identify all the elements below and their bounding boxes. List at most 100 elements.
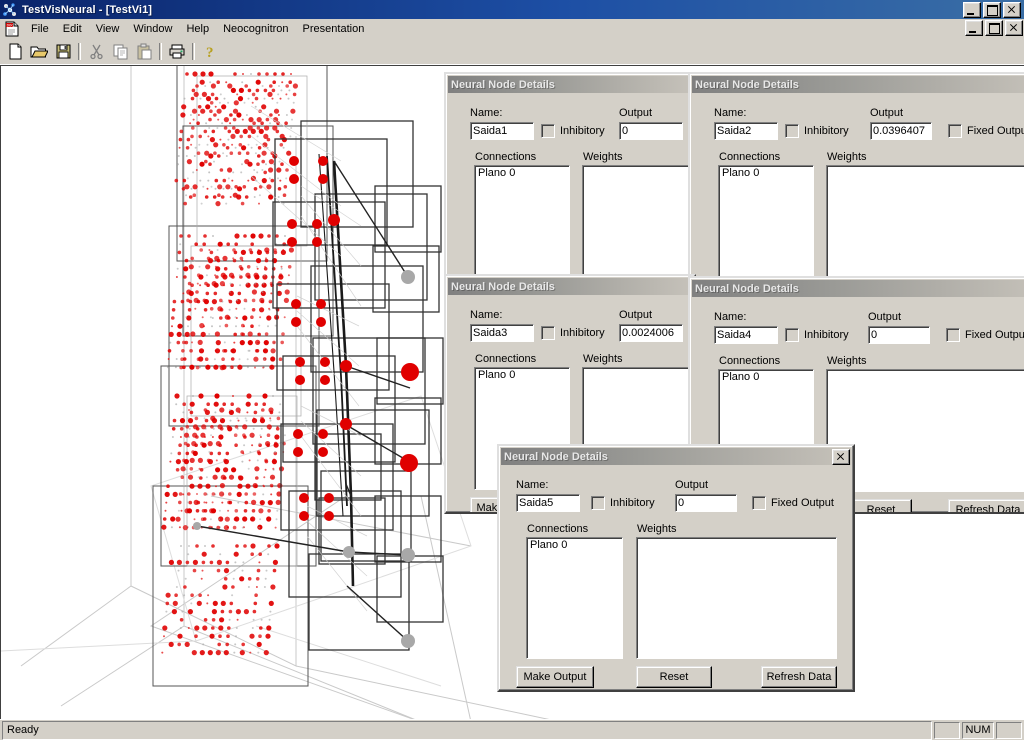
dialog-neural-node-details-saida5[interactable]: Neural Node Details Name: Saida5 Inhibit… <box>497 444 855 692</box>
dialog-title: Neural Node Details <box>451 78 555 91</box>
dialog-neural-node-details-saida2[interactable]: Neural Node Details Name: Saida2 Inhibit… <box>688 72 1024 287</box>
menu-item-view[interactable]: View <box>89 21 127 37</box>
output-field[interactable]: 0.0396407 <box>870 122 932 140</box>
weights-listbox[interactable] <box>826 369 1024 492</box>
name-field[interactable]: Saida1 <box>470 122 534 140</box>
help-question-icon[interactable]: ? <box>198 40 222 63</box>
print-icon[interactable] <box>165 40 189 63</box>
name-label: Name: <box>714 107 747 119</box>
connections-listbox[interactable]: Plano 0 <box>526 537 623 659</box>
dialog-title: Neural Node Details <box>695 78 799 91</box>
list-item[interactable]: Plano 0 <box>477 369 516 381</box>
list-item[interactable]: Plano 0 <box>721 167 760 179</box>
dialog-titlebar[interactable]: Neural Node Details <box>448 76 692 93</box>
mdi-child-controls <box>965 20 1023 36</box>
make-output-button[interactable]: Make Output <box>516 666 594 688</box>
checkbox-box <box>752 496 766 510</box>
menu-item-edit[interactable]: Edit <box>56 21 89 37</box>
name-label: Name: <box>714 311 747 323</box>
inhibitory-checkbox[interactable]: Inhibitory <box>785 124 849 138</box>
list-item[interactable]: Plano 0 <box>477 167 516 179</box>
toolbar-separator <box>192 43 195 60</box>
list-item[interactable]: Plano 0 <box>721 371 760 383</box>
output-label: Output <box>675 479 709 491</box>
neural-app-icon <box>2 1 18 18</box>
inhibitory-checkbox[interactable]: Inhibitory <box>785 328 849 342</box>
checkbox-box <box>541 124 555 138</box>
fixed-output-label: Fixed Output <box>965 329 1024 341</box>
menu-item-neocognitron[interactable]: Neocognitron <box>216 21 295 37</box>
inhibitory-label: Inhibitory <box>804 125 849 137</box>
close-button[interactable] <box>1003 1 1021 18</box>
fixed-output-checkbox[interactable]: Fixed Output <box>946 328 1024 342</box>
refresh-data-button[interactable]: Refresh Data <box>948 499 1024 512</box>
dialog-titlebar[interactable]: Neural Node Details <box>692 280 1024 297</box>
new-document-icon[interactable] <box>3 40 27 63</box>
cut-scissors-icon[interactable] <box>84 40 108 63</box>
save-floppy-icon[interactable] <box>51 40 75 63</box>
output-field[interactable]: 0 <box>675 494 737 512</box>
connections-listbox[interactable]: Plano 0 <box>474 165 570 282</box>
output-field[interactable]: 0 <box>619 122 683 140</box>
paste-icon[interactable] <box>132 40 156 63</box>
menu-item-file[interactable]: File <box>24 21 56 37</box>
inhibitory-checkbox[interactable]: Inhibitory <box>541 326 605 340</box>
toolbar-separator <box>159 43 162 60</box>
inhibitory-checkbox[interactable]: Inhibitory <box>591 496 655 510</box>
menu-item-help[interactable]: Help <box>179 21 216 37</box>
name-field[interactable]: Saida2 <box>714 122 778 140</box>
checkbox-box <box>785 124 799 138</box>
maximize-button[interactable] <box>983 1 1001 18</box>
connections-listbox[interactable]: Plano 0 <box>718 165 814 285</box>
reset-button[interactable]: Reset <box>850 499 912 512</box>
window-title: TestVisNeural - [TestVi1] <box>22 3 153 16</box>
output-label: Output <box>870 107 904 119</box>
refresh-data-button[interactable]: Refresh Data <box>761 666 837 688</box>
list-item[interactable]: Plano 0 <box>529 539 568 551</box>
dialog-title: Neural Node Details <box>504 450 608 463</box>
checkbox-box <box>946 328 960 342</box>
output-label: Output <box>619 309 653 321</box>
checkbox-box <box>591 496 605 510</box>
toolbar-separator <box>78 43 81 60</box>
connections-label: Connections <box>527 523 589 535</box>
window-controls <box>963 1 1022 18</box>
menu-item-window[interactable]: Window <box>126 21 179 37</box>
inhibitory-checkbox[interactable]: Inhibitory <box>541 124 605 138</box>
name-field[interactable]: Saida3 <box>470 324 534 342</box>
dialog-titlebar[interactable]: Neural Node Details <box>448 278 692 295</box>
weights-listbox[interactable] <box>636 537 837 659</box>
document-icon[interactable]: DOC <box>4 21 20 37</box>
dialog-close-button[interactable] <box>832 448 850 465</box>
copy-icon[interactable] <box>108 40 132 63</box>
dialog-title: Neural Node Details <box>451 280 555 293</box>
reset-button[interactable]: Reset <box>636 666 712 688</box>
toolbar: ? <box>0 39 1024 65</box>
dialog-titlebar[interactable]: Neural Node Details <box>501 448 851 465</box>
name-field[interactable]: Saida5 <box>516 494 580 512</box>
mdi-restore-button[interactable] <box>985 20 1003 36</box>
connections-label: Connections <box>719 355 781 367</box>
inhibitory-label: Inhibitory <box>560 125 605 137</box>
name-label: Name: <box>470 107 503 119</box>
inhibitory-label: Inhibitory <box>560 327 605 339</box>
dialog-neural-node-details-saida1[interactable]: Neural Node Details Name: Saida1 Inhibit… <box>444 72 696 284</box>
name-field[interactable]: Saida4 <box>714 326 778 344</box>
weights-listbox[interactable] <box>826 165 1024 285</box>
open-folder-icon[interactable] <box>27 40 51 63</box>
window-titlebar: TestVisNeural - [TestVi1] <box>0 0 1024 19</box>
connections-label: Connections <box>719 151 781 163</box>
mdi-close-button[interactable] <box>1005 20 1023 36</box>
connections-label: Connections <box>475 353 537 365</box>
menu-item-presentation[interactable]: Presentation <box>296 21 372 37</box>
output-field[interactable]: 0.0024006 <box>619 324 683 342</box>
output-field[interactable]: 0 <box>868 326 930 344</box>
mdi-minimize-button[interactable] <box>965 20 983 36</box>
dialog-titlebar[interactable]: Neural Node Details <box>692 76 1024 93</box>
weights-listbox[interactable] <box>582 165 694 282</box>
minimize-button[interactable] <box>963 1 981 18</box>
fixed-output-checkbox[interactable]: Fixed Output <box>752 496 834 510</box>
fixed-output-checkbox[interactable]: Fixed Output <box>948 124 1024 138</box>
checkbox-box <box>785 328 799 342</box>
inhibitory-label: Inhibitory <box>804 329 849 341</box>
